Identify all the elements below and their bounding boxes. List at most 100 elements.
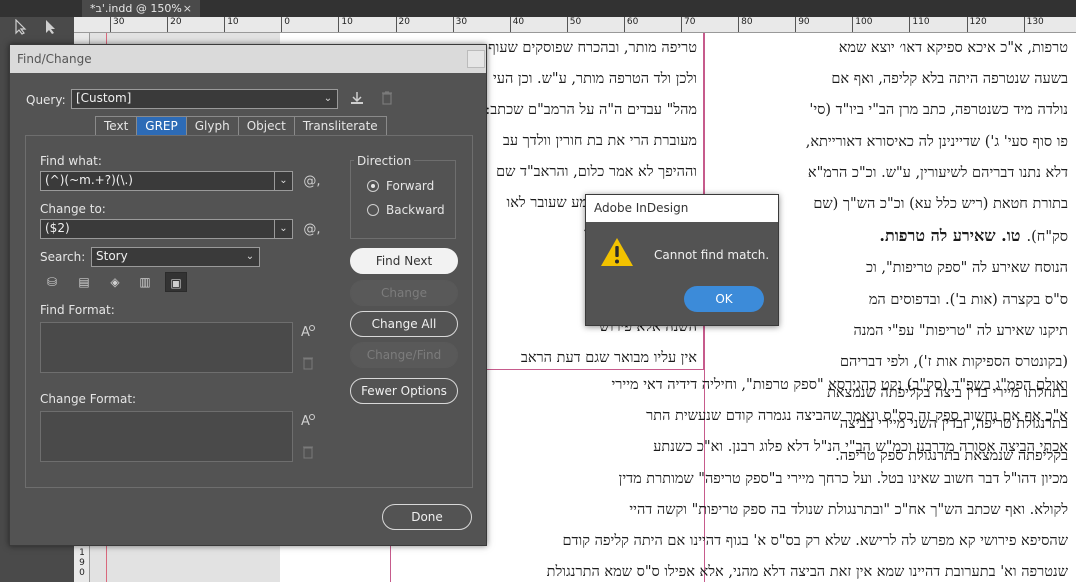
change-find-button: Change/Find (350, 342, 458, 368)
selection-tool-icon[interactable] (14, 18, 28, 39)
backward-label: Backward (386, 203, 445, 217)
text-line: מעוברת הרי את בת חורין וולדך עב (502, 133, 697, 149)
ruler-tick: 30 (110, 17, 124, 32)
text-line: פו סוף סעי' ג') שדיינינן לה כאיסורא דאור… (805, 133, 1068, 150)
chevron-down-icon: ⌄ (245, 251, 255, 262)
tab-object[interactable]: Object (238, 117, 295, 135)
include-hidden-layers-icon[interactable]: ◈ (104, 272, 126, 292)
warning-icon (600, 236, 634, 272)
change-format-label: Change Format: (40, 392, 137, 406)
text-line: ולכן ולד הטרפה מותר, ע"ש. וכן העי (492, 71, 697, 87)
ruler-tick: 40 (509, 17, 524, 32)
specify-find-format-icon[interactable]: A (298, 323, 318, 344)
special-characters-find-icon[interactable]: @, (302, 174, 322, 190)
search-scope-value: Story (96, 249, 128, 263)
clear-find-format-icon (298, 356, 318, 375)
text-frame-bottom[interactable]: ואולם הפמ"ג בשפ"ד (סק"ב) נקט כהגירסא "ספ… (390, 370, 1076, 582)
change-to-field[interactable]: ($2) ⌄ (40, 219, 293, 239)
vertical-ruler-label: 1 9 0 (79, 548, 85, 578)
search-label: Search: (40, 250, 86, 264)
chevron-down-icon: ⌄ (323, 93, 333, 104)
save-query-icon[interactable] (348, 90, 366, 111)
text-line: טריפה מותר, ובהכרח שפוסקים שעוף (488, 40, 697, 56)
text-line: א"כ אף אם נחשוב ספק זה כס"ס ונאמר שהביצה… (646, 408, 1068, 425)
ruler-tick: 110 (909, 17, 930, 32)
find-format-label: Find Format: (40, 303, 115, 317)
svg-text:A: A (301, 325, 310, 339)
special-characters-change-icon[interactable]: @, (302, 222, 322, 238)
tab-text[interactable]: Text (96, 117, 138, 135)
change-button: Change (350, 280, 458, 306)
change-all-button[interactable]: Change All (350, 311, 458, 337)
find-what-label: Find what: (40, 154, 102, 168)
alert-title: Adobe InDesign (586, 195, 778, 222)
dialog-close-button[interactable] (467, 50, 485, 68)
find-what-field[interactable]: (^)(~m.+?)(\.) ⌄ (40, 171, 293, 191)
document-tab-bar: *ב'.indd @ 150% × (0, 0, 1076, 17)
ruler-tick: 10 (224, 17, 239, 32)
chevron-down-icon[interactable]: ⌄ (274, 172, 292, 190)
find-format-box[interactable] (40, 322, 293, 373)
include-footnotes-icon[interactable]: ▣ (165, 272, 187, 292)
section-heading: טו. שאירע לה טרפות. (879, 226, 1021, 246)
document-tab-title: *ב'.indd @ 150% (90, 2, 182, 15)
tab-glyph[interactable]: Glyph (186, 117, 239, 135)
text-line: שנטרפה וא' בתערובת דהיינו שמא אין זאת הב… (546, 564, 1068, 581)
close-tab-icon[interactable]: × (183, 0, 192, 17)
find-change-dialog: Find/Change Query: [Custom] ⌄ Text GREP Gl… (9, 44, 487, 546)
ok-button[interactable]: OK (684, 286, 764, 312)
clear-change-format-icon (298, 445, 318, 464)
text-line: אכתי הביצה אסורה מדרבנן וכמ"ש הב"י הנ"ל … (653, 439, 1068, 456)
ruler-tick: 80 (738, 17, 753, 32)
ruler-tick: 100 (852, 17, 872, 32)
find-next-button[interactable]: Find Next (350, 248, 458, 274)
query-value: [Custom] (76, 91, 132, 105)
tab-grep[interactable]: GREP (137, 117, 187, 135)
document-tab[interactable]: *ב'.indd @ 150% × (82, 0, 200, 17)
include-master-pages-icon[interactable]: ▥ (134, 272, 156, 292)
ruler-tick: 0 (281, 17, 290, 32)
direct-selection-tool-icon[interactable] (44, 19, 58, 39)
find-what-value: (^)(~m.+?)(\.) (45, 173, 133, 187)
specify-change-format-icon[interactable]: A (298, 412, 318, 433)
ruler-tick: 10 (338, 17, 353, 32)
backward-radio[interactable] (367, 204, 379, 216)
dialog-titlebar[interactable]: Find/Change (10, 45, 486, 73)
change-format-box[interactable] (40, 411, 293, 462)
horizontal-ruler: 3020100102030405060708090100110120130140… (74, 17, 1076, 33)
indesign-workspace: *ב'.indd @ 150% × 30 20 10 0 10 20 30 40 50 60 70 8… (0, 0, 1076, 582)
ruler-tick: 130 (1023, 17, 1044, 32)
forward-label: Forward (386, 179, 435, 193)
ruler-tick: 90 (795, 17, 810, 32)
include-locked-stories-icon[interactable]: ▤ (73, 272, 95, 292)
fewer-options-button[interactable]: Fewer Options (350, 378, 458, 404)
text-line: בשעה שנטרפה היתה בלא קליפה, ואף אם (831, 71, 1068, 88)
text-line: דלא נתנו דבריהם לשיעורין, ע"ש. וכ"כ הרמ"… (807, 164, 1068, 181)
query-select[interactable]: [Custom] ⌄ (71, 89, 338, 109)
forward-radio[interactable] (367, 180, 379, 192)
text-line: מהל" עבדים ה"ה על הרמב"ם שכתב: (485, 102, 697, 118)
chevron-down-icon[interactable]: ⌄ (274, 220, 292, 238)
delete-query-icon (378, 90, 396, 111)
text-line: סק"ח). (1026, 229, 1068, 246)
change-to-value: ($2) (45, 221, 70, 235)
find-change-tabs: Text GREP Glyph Object Transliterate (95, 116, 387, 136)
done-button[interactable]: Done (382, 504, 472, 530)
tab-transliterate[interactable]: Transliterate (294, 117, 386, 135)
ruler-tick: 50 (566, 17, 581, 32)
text-line: שהסיפא פירושי קא מפרש לה לרישא. שלא רק ב… (562, 533, 1068, 550)
text-line: נולדה מיד כשנטרפה, כתב מרן הב"י ביו"ד (ס… (809, 102, 1068, 119)
include-locked-layers-icon[interactable]: ⛁ (41, 272, 63, 292)
ruler-tick: 20 (395, 17, 410, 32)
alert-message: Cannot find match. (654, 248, 770, 262)
direction-label: Direction (354, 154, 415, 168)
ruler-tick: 120 (966, 17, 987, 32)
dialog-title: Find/Change (17, 52, 92, 66)
svg-text:A: A (301, 414, 310, 428)
ruler-tick: 20 (167, 17, 182, 32)
direction-group (350, 160, 456, 239)
text-line: לקולא. ואף שכתב הש"ך אח"כ "ובתרנגולת שנו… (629, 501, 1068, 518)
search-scope-select[interactable]: Story ⌄ (91, 247, 260, 267)
ruler-tick: 30 (452, 17, 467, 32)
text-line: מכיון דהו"ל דבר חשוב שאינו בטל. ועל כרחך… (618, 470, 1068, 487)
